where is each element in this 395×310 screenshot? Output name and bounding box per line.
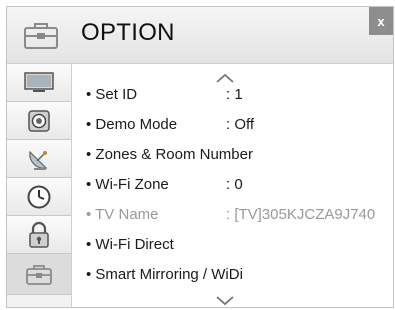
chevron-down-icon[interactable] [216,293,234,307]
item-label: • Demo Mode [86,116,178,133]
item-label: • Zones & Room Number [86,146,253,163]
list-item-zones-room-number[interactable]: • Zones & Room Number [86,144,386,166]
list-item-tv-name: • TV Name : [TV]305KJCZA9J740 [86,204,386,226]
close-button[interactable]: x [369,7,393,35]
item-label: • TV Name [86,206,159,223]
sidebar-item-lock[interactable] [7,216,71,254]
item-value: : [TV]305KJCZA9J740 [226,206,376,223]
item-label: • Smart Mirroring / WiDi [86,266,243,283]
toolbox-icon [23,19,59,51]
lock-icon [28,221,50,249]
option-menu-panel: OPTION x • Set ID: 1 • Demo Mode: Off … [6,6,394,308]
list-item-demo-mode[interactable]: • Demo Mode : Off [86,114,386,136]
item-value: : 1 [226,86,243,103]
tv-picture-icon [24,71,54,94]
menu-header: OPTION x [7,7,393,64]
clock-time-icon [26,184,52,210]
list-item-wifi-direct[interactable]: • Wi-Fi Direct [86,234,386,256]
sidebar-item-time[interactable] [7,178,71,216]
sidebar-item-sound[interactable] [7,102,71,140]
speaker-sound-icon [27,109,51,133]
item-value: : 0 [226,176,243,193]
list-item-wifi-zone[interactable]: • Wi-Fi Zone : 0 [86,174,386,196]
sidebar-item-channel[interactable] [7,140,71,178]
list-item-smart-mirroring[interactable]: • Smart Mirroring / WiDi [86,264,386,286]
category-sidebar [7,64,72,307]
item-label: • Set ID [86,86,138,103]
item-value: : Off [226,116,255,133]
item-label: • Wi-Fi Zone [86,176,169,193]
option-list: • Set ID : 1 • Demo Mode : Off • Zones &… [72,64,393,307]
toolbox-option-icon [25,262,53,286]
satellite-channel-icon [26,146,52,172]
list-item-set-id[interactable]: • Set ID : 1 [86,84,386,106]
page-title: OPTION [81,19,175,46]
sidebar-item-option[interactable] [7,254,71,295]
item-label: • Wi-Fi Direct [86,236,174,253]
sidebar-item-picture[interactable] [7,64,71,102]
